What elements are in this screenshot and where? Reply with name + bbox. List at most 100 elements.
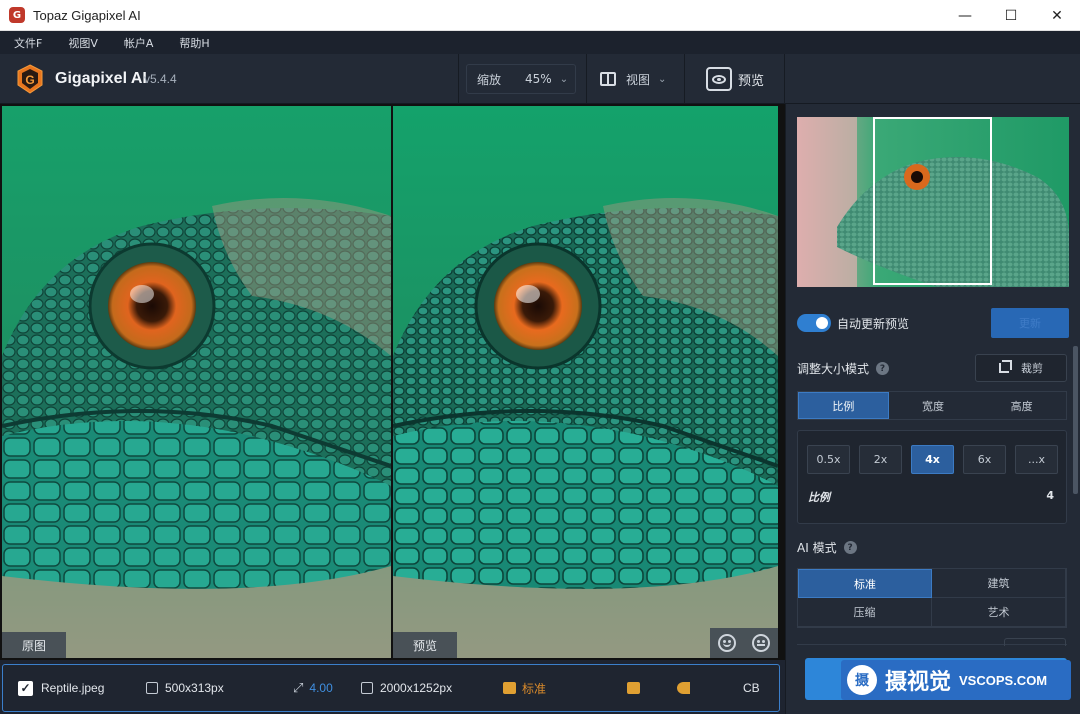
ai-mode-title: AI 模式 ? [797,539,857,556]
watermark-logo-icon: 摄 [847,665,877,695]
menu-account[interactable]: 帐户A [124,35,154,51]
chevron-down-icon: ⌄ [658,73,667,85]
maximize-button[interactable]: ☐ [988,0,1034,31]
window-title: Topaz Gigapixel AI [33,7,141,23]
resize-mode-title: 调整大小模式 ? [797,360,890,377]
ai-mode-label: AI 模式 [797,541,837,555]
menu-file[interactable]: 文件F [14,35,42,51]
zoom-value: 45% [525,72,552,86]
view-dropdown[interactable]: 视图 ⌄ [600,64,666,94]
scale-label: 比例 [808,491,830,504]
lizard-preview-image [393,106,778,658]
face-refine-field [627,665,646,711]
view-label: 视图 [626,72,651,87]
ai-mode-architecture[interactable]: 建筑 [932,569,1066,598]
scale-2x-button[interactable]: 2x [859,445,902,474]
brand-name: Gigapixel AI [55,70,147,87]
output-size-icon [361,682,373,694]
scale-options-box: 0.5x 2x 4x 6x ...x 比例 4 [797,430,1067,524]
toolbar-divider [586,54,587,104]
image-comparison-area: 原图 预览 [0,104,785,660]
ai-mode-compressed[interactable]: 压缩 [798,598,932,627]
face-refine-icon [627,682,640,694]
scale-factor: 4.00 [309,681,333,695]
preview-label: 预览 [738,73,765,89]
scale-field: ⤢ 4.00 [293,665,333,711]
ai-mode-grid: 标准 建筑 压缩 艺术 [797,568,1067,628]
navigator-thumbnail[interactable] [797,117,1069,287]
minimize-button[interactable]: — [942,0,988,31]
watermark-url: VSCOPS.COM [959,672,1048,688]
help-icon[interactable]: ? [876,362,890,375]
input-size: 500x313px [165,681,224,695]
scale-6x-button[interactable]: 6x [963,445,1006,474]
ai-mode-standard[interactable]: 标准 [798,569,932,598]
watermark-text: 摄视觉 [885,670,952,695]
menu-bar: 文件F 视图V 帐户A 帮助H [0,31,1080,54]
output-size-field: 2000x1252px [361,665,452,711]
preview-pane-label: 预览 [393,632,457,658]
auto-update-toggle[interactable] [797,314,831,332]
file-name: Reptile.jpeg [41,681,105,695]
format-label: CB [743,681,760,695]
update-button[interactable]: 更新 [991,308,1069,338]
settings-panel: 自动更新预览 更新 调整大小模式 ? 裁剪 比例 宽度 高度 0.5x 2x 4… [785,104,1080,714]
partially-visible-control[interactable] [1004,638,1066,646]
topaz-logo-icon: G [17,64,43,94]
original-image-pane[interactable]: 原图 [2,106,391,658]
toolbar-divider [784,54,785,104]
crop-icon [999,360,1012,373]
tab-height[interactable]: 高度 [977,392,1066,419]
input-size-field: 500x313px [146,665,224,711]
version-label: v5.4.4 [144,72,177,86]
scale-custom-button[interactable]: ...x [1015,445,1058,474]
svg-text:G: G [25,73,34,87]
app-icon: G [9,7,25,23]
scale-buttons: 0.5x 2x 4x 6x ...x [807,445,1067,474]
crop-label: 裁剪 [1021,362,1043,375]
zoom-label: 缩放 [477,72,502,87]
file-entry: ✓ Reptile.jpeg [18,665,104,711]
file-bar[interactable]: ✓ Reptile.jpeg 500x313px ⤢ 4.00 2000x125… [2,664,780,712]
ai-mode-art[interactable]: 艺术 [932,598,1066,627]
mode-field: 标准 [503,665,546,711]
lizard-original-image [2,106,391,658]
toolbar-divider [684,54,685,104]
color-icon [677,682,690,694]
output-size: 2000x1252px [380,681,453,695]
menu-help[interactable]: 帮助H [179,35,209,51]
scale-0-5x-button[interactable]: 0.5x [807,445,850,474]
split-view-icon [600,72,616,86]
menu-view[interactable]: 视图V [68,35,98,51]
scale-4x-button[interactable]: 4x [911,445,954,474]
watermark-overlay: 摄 摄视觉 VSCOPS.COM [841,660,1071,700]
mode-label: 标准 [522,681,547,696]
file-checkbox[interactable]: ✓ [18,680,33,696]
preview-button[interactable]: 预览 [706,66,764,92]
format-field: CB [743,665,760,711]
title-bar: G Topaz Gigapixel AI — ☐ ✕ [0,0,1080,31]
tab-width[interactable]: 宽度 [889,392,978,419]
window-controls: — ☐ ✕ [942,0,1080,31]
resize-mode-label: 调整大小模式 [797,362,870,376]
tab-scale[interactable]: 比例 [798,392,889,419]
auto-update-row: 自动更新预览 更新 [797,308,1069,338]
close-button[interactable]: ✕ [1034,0,1080,31]
crop-button[interactable]: 裁剪 [975,354,1067,382]
help-icon[interactable]: ? [843,541,857,554]
input-size-icon [146,682,158,694]
neutral-face-icon[interactable] [752,634,770,652]
feedback-icons [710,628,778,658]
color-field [677,665,696,711]
mode-icon [503,682,516,694]
preview-image-pane[interactable]: 预览 [393,106,778,658]
chevron-down-icon: ⌄ [559,73,569,85]
panel-scrollbar[interactable] [1073,346,1078,494]
auto-update-label: 自动更新预览 [837,316,910,331]
zoom-dropdown[interactable]: 缩放 45% ⌄ [466,64,576,94]
resize-mode-tabs: 比例 宽度 高度 [797,391,1067,420]
scale-value[interactable]: 4 [1046,489,1054,502]
original-label: 原图 [2,632,66,658]
happy-face-icon[interactable] [718,634,736,652]
navigator-viewport-frame[interactable] [873,117,992,285]
